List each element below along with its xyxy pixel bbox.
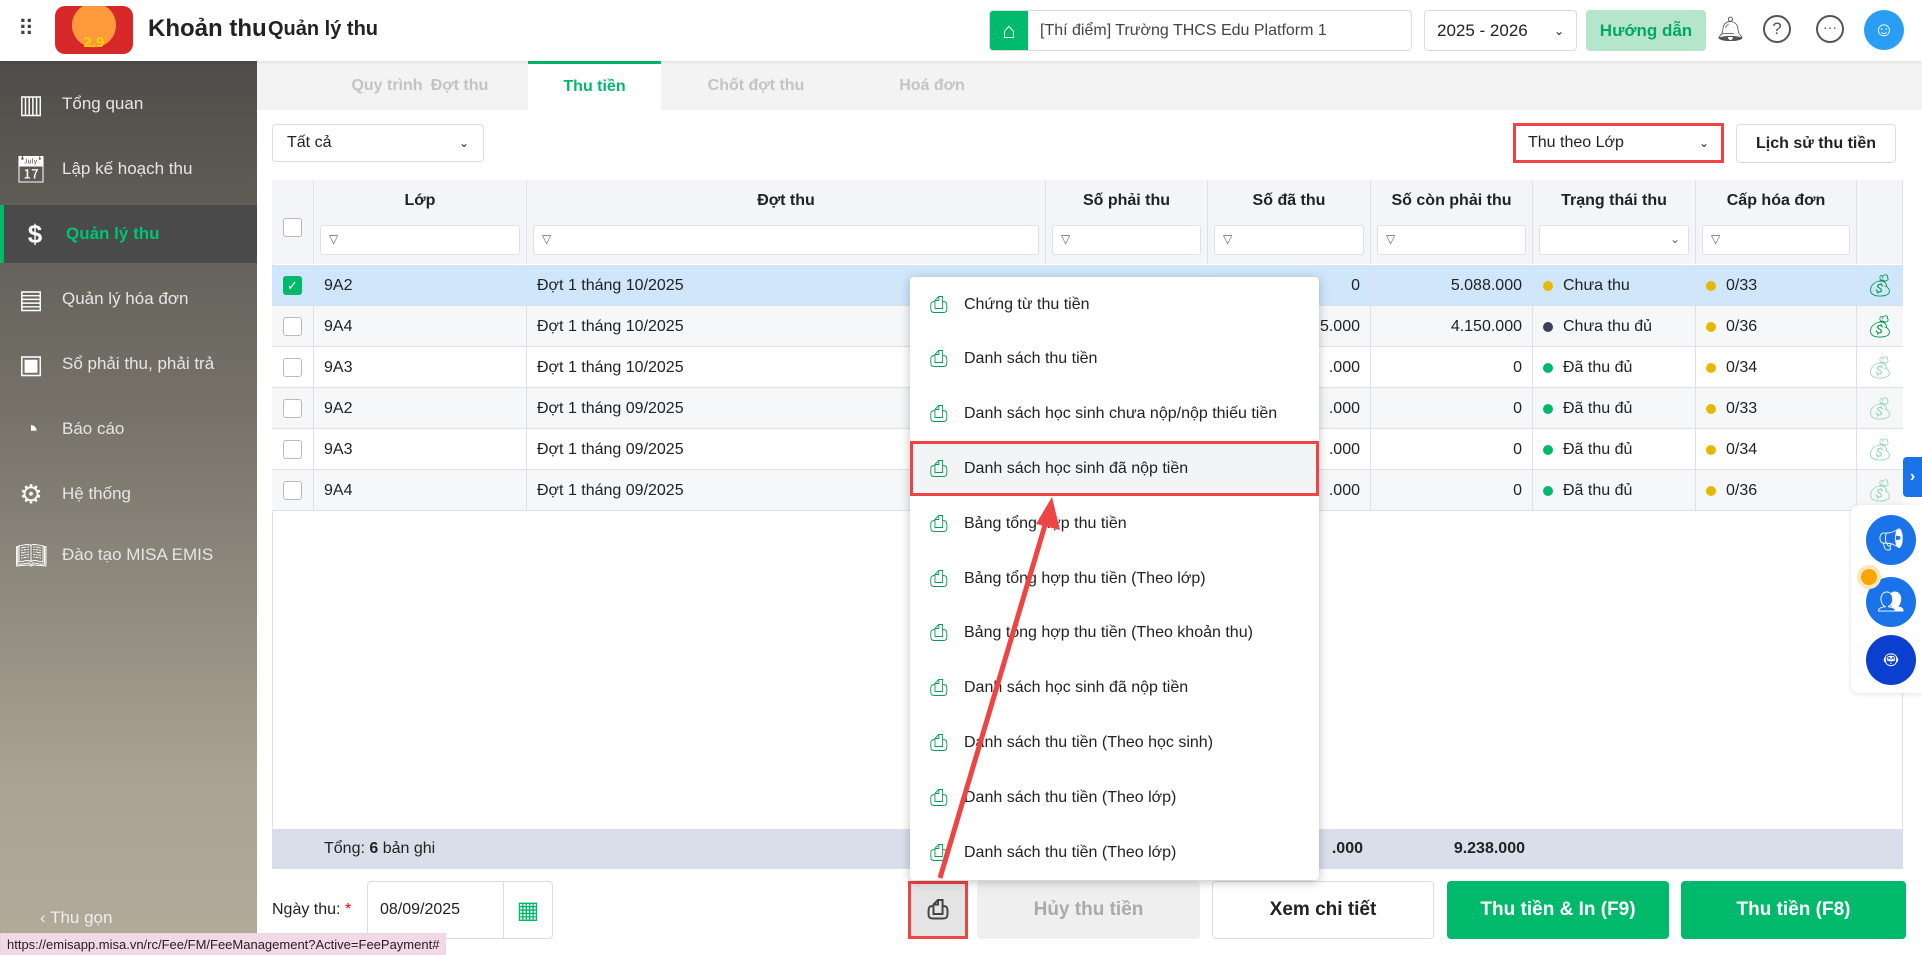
annotation-arrow [937,497,1060,879]
status-url: https://emisapp.misa.vn/rc/Fee/FM/FeeMan… [0,933,447,955]
